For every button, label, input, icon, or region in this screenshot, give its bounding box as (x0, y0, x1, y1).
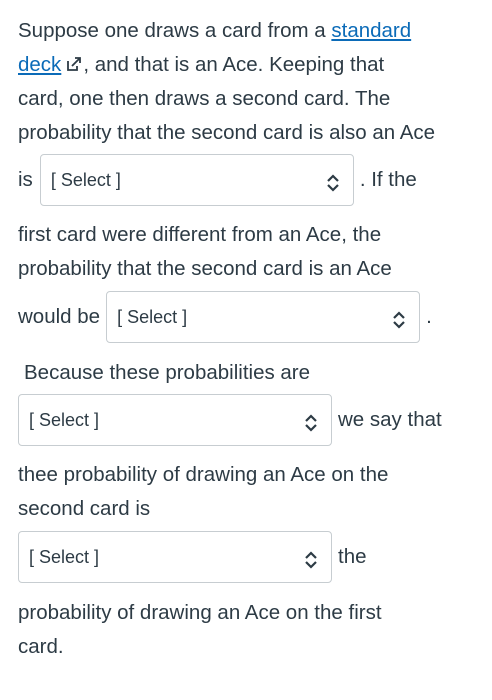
question-text: probability that the second card is also… (18, 121, 436, 144)
answer-select-1[interactable]: [ Select ] (39, 154, 354, 206)
question-text: . (426, 305, 432, 328)
question-text: Suppose one draws a card from a (18, 19, 332, 42)
chevron-up-down-icon (303, 410, 319, 432)
question-text: , and that is an Ace. Keeping that (83, 53, 385, 76)
question-text: is (18, 168, 33, 191)
question-line: probability that the second card is also… (18, 116, 480, 150)
select-row-2: would be [ Select ] . (18, 286, 480, 348)
question-text: probability that the second card is an A… (18, 257, 392, 280)
question-text: first card were different from an Ace, t… (18, 223, 382, 246)
question-line: card, one then draws a second card. The (18, 82, 480, 116)
answer-select-3[interactable]: [ Select ] (18, 394, 332, 446)
question-text: Because these probabilities are (24, 361, 311, 384)
question-body: Suppose one draws a card from a standard… (18, 14, 480, 664)
select-value: [ Select ] (29, 547, 100, 567)
question-line: deck , and that is an Ace. Keeping that (18, 48, 480, 82)
question-line: probability of drawing an Ace on the fir… (18, 596, 480, 630)
question-line: probability that the second card is an A… (18, 252, 480, 286)
select-row-1: is [ Select ] . If the (18, 150, 480, 210)
select-row-4: [ Select ] the (18, 526, 480, 588)
question-line: second card is (18, 492, 480, 526)
question-text: . If the (359, 168, 417, 191)
question-text: card. (18, 635, 64, 658)
chevron-up-down-icon (303, 547, 319, 569)
question-text: probability of drawing an Ace on the fir… (18, 601, 382, 624)
question-text: we say that (338, 408, 442, 431)
question-line: card. (18, 630, 480, 664)
question-line: first card were different from an Ace, t… (18, 218, 480, 252)
question-line: thee probability of drawing an Ace on th… (18, 458, 480, 492)
question-line: Because these probabilities are (18, 356, 480, 390)
external-link-icon[interactable] (65, 50, 83, 71)
select-value: [ Select ] (50, 170, 121, 190)
select-row-3: [ Select ] we say that (18, 390, 480, 450)
standard-deck-link[interactable]: standard (331, 19, 411, 42)
question-text: would be (18, 305, 101, 328)
question-line: Suppose one draws a card from a standard (18, 14, 480, 48)
answer-select-2[interactable]: [ Select ] (106, 291, 421, 343)
standard-deck-link-continued[interactable]: deck (18, 53, 61, 76)
question-text: the (338, 545, 367, 568)
question-text: second card is (18, 497, 151, 520)
chevron-up-down-icon (391, 307, 407, 329)
question-text: card, one then draws a second card. The (18, 87, 391, 110)
select-value: [ Select ] (29, 410, 100, 430)
select-value: [ Select ] (117, 307, 188, 327)
answer-select-4[interactable]: [ Select ] (18, 531, 332, 583)
chevron-up-down-icon (325, 170, 341, 192)
question-text: thee probability of drawing an Ace on th… (18, 463, 389, 486)
